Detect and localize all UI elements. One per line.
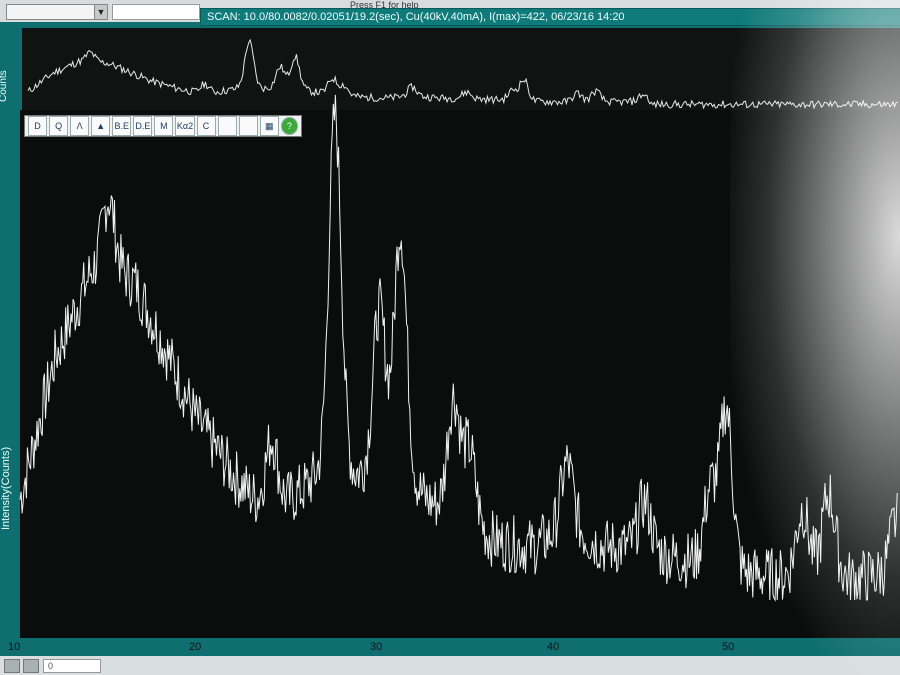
x-axis: 10 20 30 40 50: [0, 638, 900, 656]
x-tick-20: 20: [189, 641, 202, 653]
overview-diffraction-trace: [27, 38, 898, 110]
xrd-traces: [19, 38, 898, 602]
main-diffraction-trace: [19, 94, 898, 602]
status-field[interactable]: 0: [43, 659, 101, 673]
status-button-1[interactable]: [4, 659, 20, 673]
status-button-2[interactable]: [23, 659, 39, 673]
x-tick-30: 30: [370, 641, 383, 653]
x-tick-50: 50: [722, 641, 735, 653]
x-tick-10: 10: [8, 641, 21, 653]
x-tick-40: 40: [547, 641, 560, 653]
status-bar: 0: [0, 656, 900, 675]
